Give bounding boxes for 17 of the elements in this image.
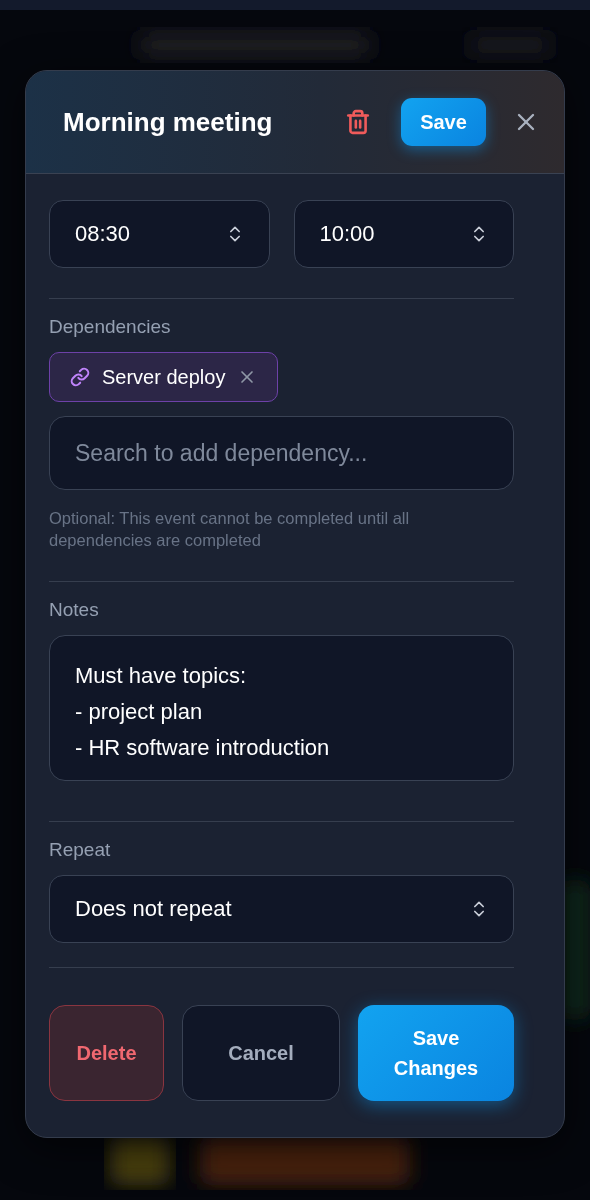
dependency-tag[interactable]: Server deploy (49, 352, 279, 402)
field-label: Dependencies (49, 316, 172, 338)
blurred-shape (110, 1135, 170, 1185)
link-icon (70, 367, 90, 387)
field-label: Notes (49, 599, 100, 621)
delete-button[interactable]: Delete (49, 1005, 164, 1101)
time-field[interactable]: 08:30 (49, 200, 270, 268)
notes-field[interactable]: Must have topics: - project plan - HR software introduction (49, 635, 514, 781)
cancel-button[interactable]: Cancel (182, 1005, 340, 1101)
dialog-title: Morning meeting (63, 106, 274, 138)
search-field[interactable]: Search to add dependency... (49, 416, 514, 490)
time-field[interactable]: 10:00 (293, 200, 514, 268)
field-label: Repeat (49, 839, 112, 861)
trash-icon[interactable] (345, 109, 371, 135)
hint-text: Optional: This event cannot be completed until all dependencies are completed (49, 508, 411, 551)
repeat-select[interactable]: Does not repeat (49, 875, 514, 943)
tag-label: Server deploy (102, 365, 226, 389)
